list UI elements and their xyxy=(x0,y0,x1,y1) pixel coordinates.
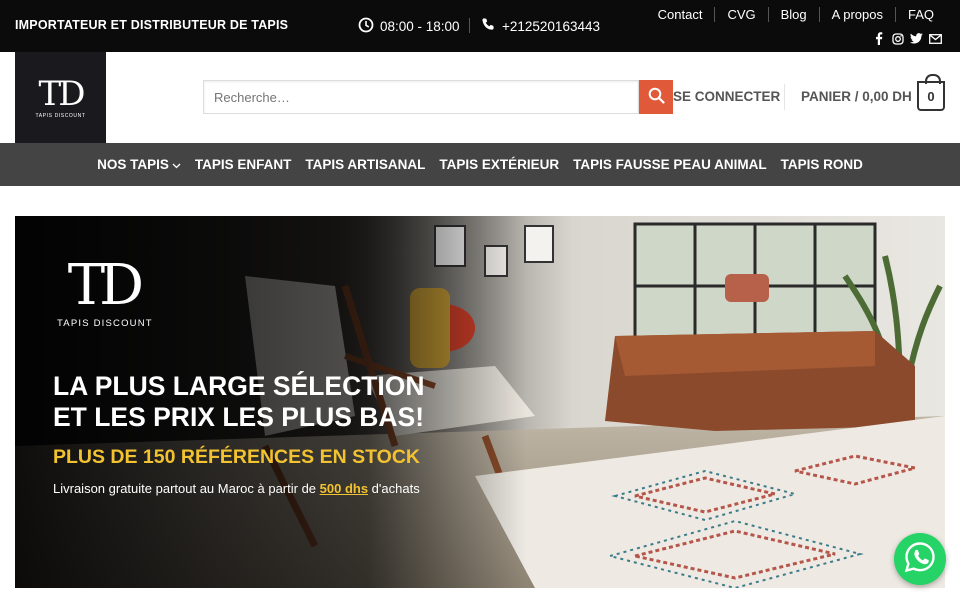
phone-text: +212520163443 xyxy=(502,18,600,34)
cart-link[interactable]: PANIER / 0,00 DH xyxy=(801,89,912,104)
top-bar: IMPORTATEUR ET DISTRIBUTEUR DE TAPIS 08:… xyxy=(0,0,960,52)
hero-banner[interactable]: TD TAPIS DISCOUNT LA PLUS LARGE SÉLECTIO… xyxy=(15,216,945,588)
hero-logo: TD TAPIS DISCOUNT xyxy=(53,253,153,330)
opening-hours: 08:00 - 18:00 xyxy=(358,17,460,36)
link-faq[interactable]: FAQ xyxy=(894,7,934,22)
nav-item-label: NOS TAPIS xyxy=(97,157,169,172)
whatsapp-icon xyxy=(903,540,937,579)
cart-count-badge[interactable]: 0 xyxy=(917,74,945,111)
delivery-suffix: d'achats xyxy=(368,481,420,496)
search-input[interactable] xyxy=(203,80,639,114)
whatsapp-button[interactable] xyxy=(894,533,946,585)
search-button[interactable] xyxy=(639,80,673,114)
hero-headline-line2: ET LES PRIX LES PLUS BAS! xyxy=(53,402,425,432)
nav-item-tapis-exterieur[interactable]: TAPIS EXTÉRIEUR xyxy=(432,157,566,172)
nav-item-tapis-rond[interactable]: TAPIS ROND xyxy=(774,157,870,172)
clock-icon xyxy=(358,17,374,36)
divider xyxy=(469,18,470,33)
search-form xyxy=(203,80,673,114)
hero-delivery-text: Livraison gratuite partout au Maroc à pa… xyxy=(53,481,420,496)
facebook-icon[interactable] xyxy=(872,32,885,45)
phone-icon xyxy=(481,17,496,35)
phone-number[interactable]: +212520163443 xyxy=(481,17,600,35)
mail-icon[interactable] xyxy=(929,32,942,45)
site-logo[interactable]: TD TAPIS DISCOUNT xyxy=(15,52,106,143)
hours-text: 08:00 - 18:00 xyxy=(380,19,460,34)
logo-subtitle: TAPIS DISCOUNT xyxy=(35,112,86,119)
twitter-icon[interactable] xyxy=(910,32,923,45)
nav-item-nos-tapis[interactable]: NOS TAPIS xyxy=(90,157,188,172)
login-link[interactable]: SE CONNECTER xyxy=(673,89,780,104)
nav-item-tapis-fausse-peau-animal[interactable]: TAPIS FAUSSE PEAU ANIMAL xyxy=(566,157,774,172)
social-links xyxy=(872,32,942,45)
delivery-prefix: Livraison gratuite partout au Maroc à pa… xyxy=(53,481,320,496)
hero-logo-subtitle: TAPIS DISCOUNT xyxy=(57,318,153,329)
hero-logo-monogram: TD xyxy=(67,253,144,318)
delivery-amount: 500 dhs xyxy=(319,481,369,496)
logo-monogram: TD xyxy=(38,73,86,114)
hero-headline-line1: LA PLUS LARGE SÉLECTION xyxy=(53,371,425,401)
hero-subheadline: PLUS DE 150 RÉFÉRENCES EN STOCK xyxy=(53,446,420,468)
link-contact[interactable]: Contact xyxy=(646,7,715,22)
link-cvg[interactable]: CVG xyxy=(714,7,767,22)
tagline: IMPORTATEUR ET DISTRIBUTEUR DE TAPIS xyxy=(15,18,289,32)
link-blog[interactable]: Blog xyxy=(767,7,819,22)
hero-headline: LA PLUS LARGE SÉLECTION ET LES PRIX LES … xyxy=(53,371,425,433)
header-divider xyxy=(784,84,785,110)
top-links: Contact CVG Blog A propos FAQ xyxy=(646,7,934,22)
nav-item-tapis-artisanal[interactable]: TAPIS ARTISANAL xyxy=(298,157,432,172)
instagram-icon[interactable] xyxy=(891,32,904,45)
link-a-propos[interactable]: A propos xyxy=(818,7,895,22)
nav-item-tapis-enfant[interactable]: TAPIS ENFANT xyxy=(188,157,299,172)
main-navigation: NOS TAPIS TAPIS ENFANT TAPIS ARTISANAL T… xyxy=(0,143,960,186)
search-icon xyxy=(648,87,665,107)
chevron-down-icon xyxy=(172,157,181,172)
